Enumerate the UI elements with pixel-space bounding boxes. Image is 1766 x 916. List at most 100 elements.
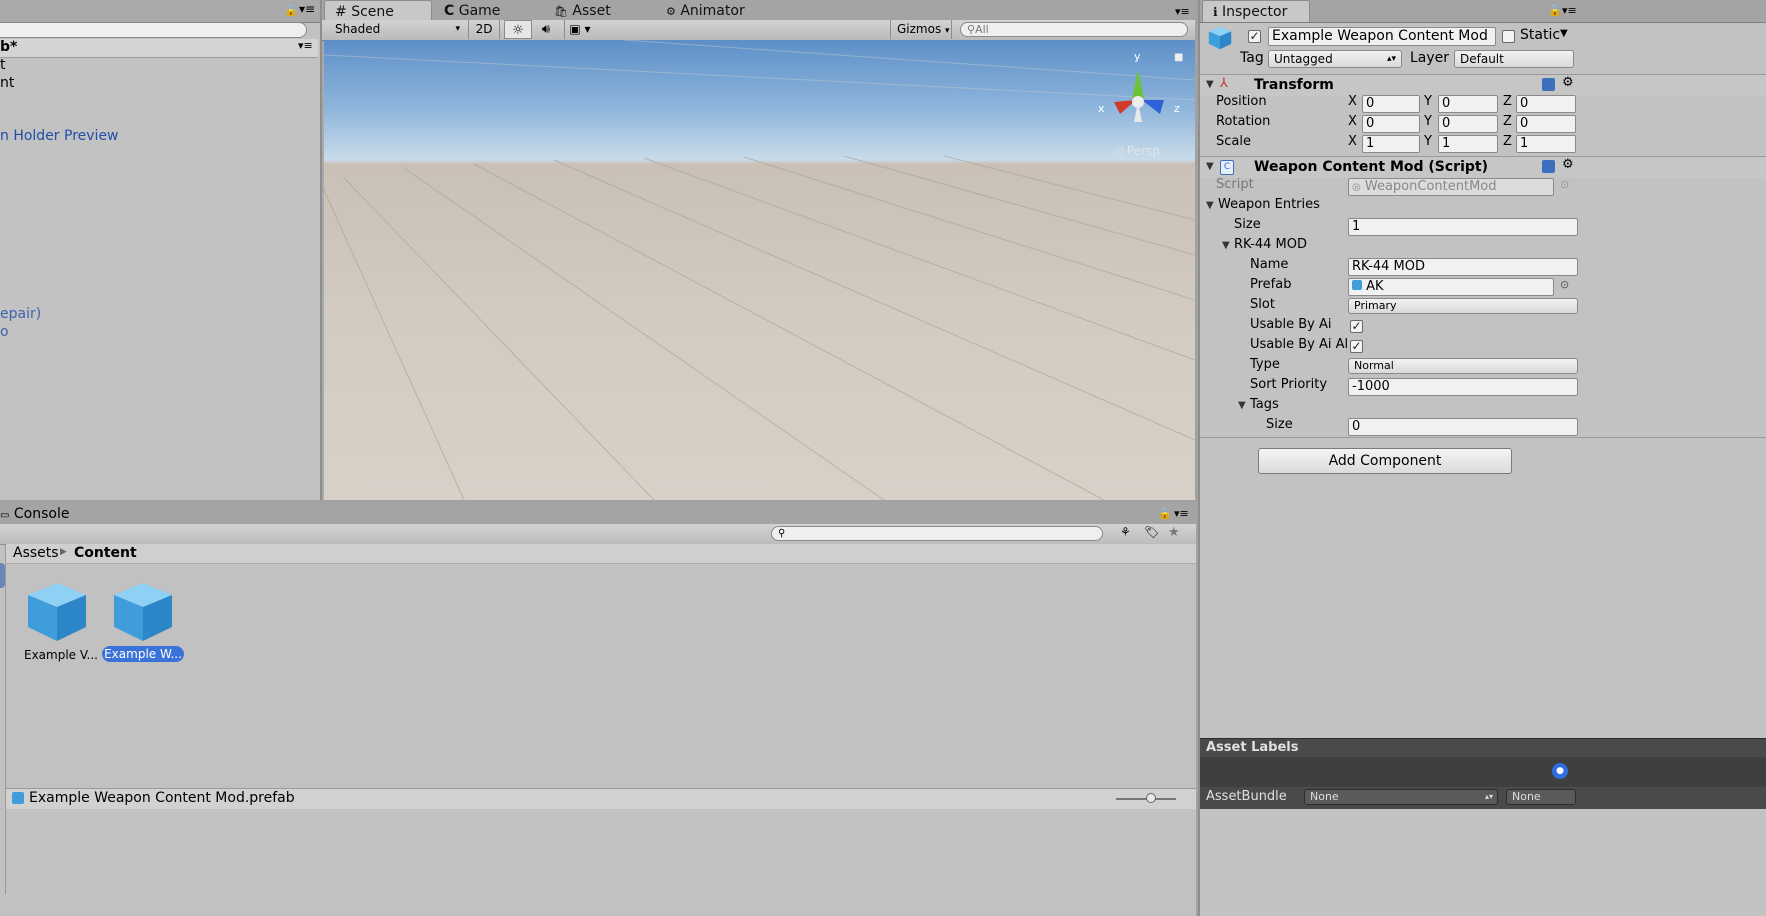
icon-size-slider[interactable] xyxy=(1116,793,1176,803)
breadcrumb-assets[interactable]: Assets xyxy=(13,545,59,561)
name-field[interactable]: RK-44 MOD xyxy=(1348,258,1578,276)
static-checkbox[interactable] xyxy=(1502,30,1515,43)
lighting-toggle-icon[interactable]: ☼ xyxy=(504,20,532,39)
static-dropdown-arrow-icon[interactable]: ▼ xyxy=(1560,28,1568,39)
gizmos-dropdown[interactable]: Gizmos ▾ xyxy=(890,20,952,39)
tags-label[interactable]: Tags xyxy=(1250,397,1279,412)
hierarchy-item[interactable]: nt xyxy=(0,75,14,91)
shading-mode-dropdown[interactable]: Shaded ▾ xyxy=(326,20,464,39)
tab-inspector[interactable]: ℹ Inspector xyxy=(1202,0,1310,22)
scale-x-field[interactable]: 1 xyxy=(1362,135,1420,153)
prefab-cube-icon xyxy=(1352,280,1362,290)
assetbundle-dropdown[interactable]: None ▴▾ xyxy=(1304,789,1498,805)
help-book-icon[interactable] xyxy=(1542,160,1555,173)
hierarchy-item-prefab[interactable]: epair) xyxy=(0,306,41,322)
scene-menu-icon[interactable]: ▾≡ xyxy=(298,39,313,52)
usable-by-ai-al-checkbox[interactable]: ✓ xyxy=(1350,340,1363,353)
position-x-field[interactable]: 0 xyxy=(1362,95,1420,113)
position-z-field[interactable]: 0 xyxy=(1516,95,1576,113)
script-enabled-icon[interactable]: C xyxy=(1220,160,1234,175)
help-book-icon[interactable] xyxy=(1542,78,1555,91)
search-icon: ⚲ xyxy=(967,23,976,36)
add-component-button[interactable]: Add Component xyxy=(1258,448,1512,474)
tags-size-field[interactable]: 0 xyxy=(1348,418,1578,436)
toggle-2d-button[interactable]: 2D xyxy=(468,20,500,39)
project-search-input[interactable]: ⚲ xyxy=(771,526,1103,541)
assetbundle-row: AssetBundle None ▴▾ None xyxy=(1200,787,1766,809)
project-panel: ▭ Console 🔒 ▾≡ ⚲ ⚘ 🏷︎ ★ Assets ▶ Content… xyxy=(0,503,1196,916)
component-settings-gear-icon[interactable]: ⚙ xyxy=(1562,75,1574,90)
panel-menu-icon[interactable]: ▾≡ xyxy=(299,2,315,16)
object-picker-icon[interactable]: ⊙ xyxy=(1560,178,1569,191)
tab-animator[interactable]: ⚙ Animator xyxy=(656,0,766,22)
filter-by-label-icon[interactable]: 🏷︎ xyxy=(1144,525,1159,539)
component-divider xyxy=(1200,437,1766,438)
foldout-arrow-icon[interactable]: ▼ xyxy=(1206,200,1214,211)
transform-rotation-row: Rotation X 0 Y 0 Z 0 xyxy=(1200,114,1766,134)
position-y-field[interactable]: 0 xyxy=(1438,95,1498,113)
asset-grid-divider xyxy=(5,544,6,894)
hierarchy-item-prefab[interactable]: o xyxy=(0,324,9,340)
scene-search-input[interactable]: ⚲All xyxy=(960,22,1188,37)
entries-size-field[interactable]: 1 xyxy=(1348,218,1578,236)
rotation-z-field[interactable]: 0 xyxy=(1516,115,1576,133)
assetbundle-variant-dropdown[interactable]: None xyxy=(1506,789,1576,805)
effects-toggle-icon[interactable]: ▣ ▾ xyxy=(564,20,595,39)
breadcrumb-content[interactable]: Content xyxy=(74,545,137,561)
hierarchy-item-prefab[interactable]: n Holder Preview xyxy=(0,128,119,144)
rotation-y-field[interactable]: 0 xyxy=(1438,115,1498,133)
lock-icon[interactable]: 🔒 xyxy=(1158,507,1172,520)
asset-item-selected[interactable]: Example W... xyxy=(102,581,186,665)
hierarchy-item[interactable]: t xyxy=(0,57,6,73)
asset-labels-body: ● xyxy=(1200,757,1766,787)
lock-icon[interactable]: 🔒 xyxy=(1548,4,1562,17)
scale-y-field[interactable]: 1 xyxy=(1438,135,1498,153)
orientation-gizmo[interactable]: y x z xyxy=(1094,50,1184,140)
transform-header[interactable]: ▼ ⅄ Transform ⚙ xyxy=(1200,74,1766,96)
foldout-arrow-icon: ▼ xyxy=(1206,79,1214,90)
label-tag-icon[interactable]: ● xyxy=(1552,763,1568,779)
tag-dropdown[interactable]: Untagged ▴▾ xyxy=(1268,50,1402,68)
scale-z-field[interactable]: 1 xyxy=(1516,135,1576,153)
object-picker-icon[interactable]: ⊙ xyxy=(1560,278,1569,291)
panel-menu-icon[interactable]: ▾≡ xyxy=(1175,5,1190,18)
slider-thumb[interactable] xyxy=(1146,793,1156,803)
rotation-label: Rotation xyxy=(1216,114,1271,129)
hierarchy-search-input[interactable] xyxy=(0,22,307,38)
tab-game[interactable]: C Game xyxy=(434,0,544,22)
persp-label[interactable]: ◁ Persp xyxy=(1114,144,1160,158)
tab-scene[interactable]: # Scene xyxy=(324,0,432,22)
tab-asset-store[interactable]: 🛍 Asset Store xyxy=(544,0,656,42)
favorites-star-icon[interactable]: ★ xyxy=(1168,525,1180,540)
slot-dropdown[interactable]: Primary xyxy=(1348,298,1578,314)
rotation-x-field[interactable]: 0 xyxy=(1362,115,1420,133)
filter-by-type-icon[interactable]: ⚘ xyxy=(1120,525,1131,539)
weapon-entries-label[interactable]: Weapon Entries xyxy=(1218,197,1320,212)
foldout-arrow-icon[interactable]: ▼ xyxy=(1238,400,1246,411)
panel-menu-icon[interactable]: ▾≡ xyxy=(1562,4,1577,17)
script-label: Script xyxy=(1216,177,1254,192)
foldout-arrow-icon[interactable]: ▼ xyxy=(1222,240,1230,251)
console-icon: ▭ xyxy=(0,510,10,521)
scene-panel: # Scene C Game 🛍 Asset Store ⚙ Animator … xyxy=(322,0,1195,500)
project-toolbar: ⚲ ⚘ 🏷︎ ★ xyxy=(0,524,1196,545)
object-name-field[interactable]: Example Weapon Content Mod xyxy=(1268,27,1496,46)
active-checkbox[interactable]: ✓ xyxy=(1248,30,1261,43)
scene-header-row[interactable]: b* ▾≡ xyxy=(0,39,318,58)
gizmo-lock-icon[interactable]: ■ xyxy=(1174,52,1183,63)
type-dropdown[interactable]: Normal xyxy=(1348,358,1578,374)
sort-priority-field[interactable]: -1000 xyxy=(1348,378,1578,396)
panel-menu-icon[interactable]: ▾≡ xyxy=(1174,507,1189,520)
lock-icon[interactable]: 🔒 xyxy=(284,4,298,17)
audio-toggle-icon[interactable]: 🔊︎ xyxy=(534,20,558,39)
prefab-field[interactable]: AK xyxy=(1348,278,1554,296)
store-icon: 🛍 xyxy=(554,5,568,18)
console-tab[interactable]: ▭ Console xyxy=(0,506,69,522)
asset-item[interactable]: Example V... xyxy=(22,581,100,665)
component-settings-gear-icon[interactable]: ⚙ xyxy=(1562,157,1574,172)
script-component-header[interactable]: ▼ C Weapon Content Mod (Script) ⚙ xyxy=(1200,156,1766,178)
scene-viewport[interactable]: y x z ■ ◁ Persp xyxy=(324,40,1195,500)
weapon-entry-title[interactable]: RK-44 MOD xyxy=(1234,237,1307,252)
usable-by-ai-checkbox[interactable]: ✓ xyxy=(1350,320,1363,333)
layer-dropdown[interactable]: Default xyxy=(1454,50,1574,68)
